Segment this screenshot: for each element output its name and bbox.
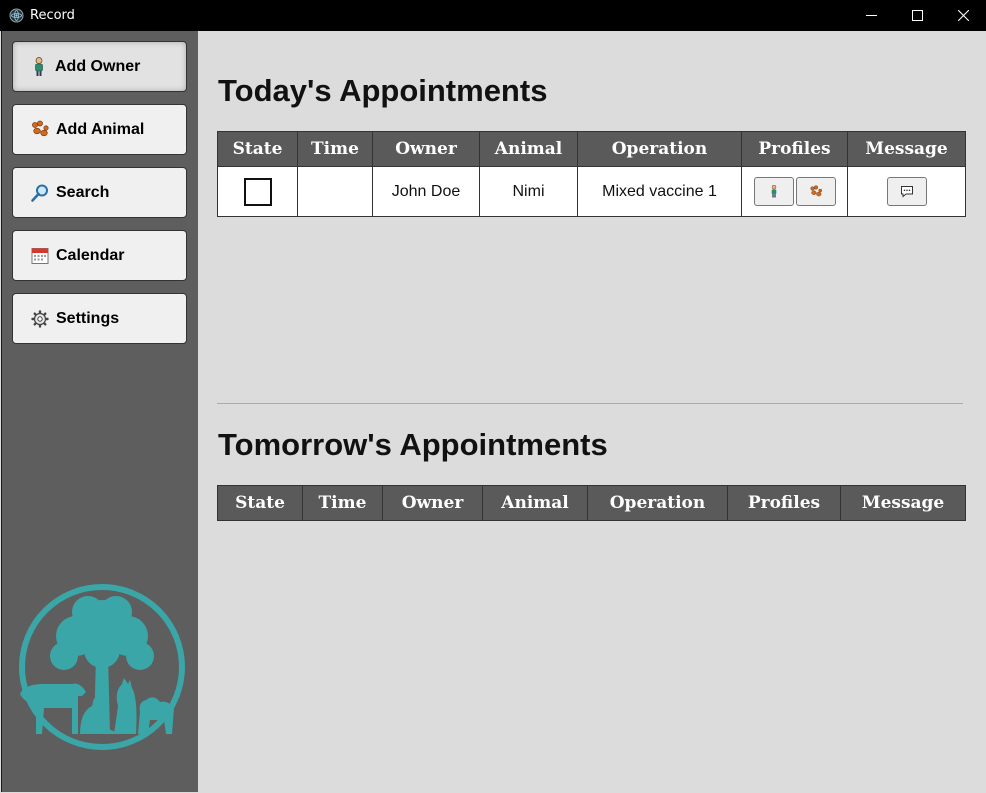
gear-icon — [30, 309, 50, 329]
person-icon — [29, 56, 49, 77]
time-cell — [297, 166, 373, 217]
column-header-operation: Operation — [587, 485, 728, 521]
calendar-icon — [30, 246, 50, 266]
today-title: Today's Appointments — [218, 73, 548, 108]
close-icon — [957, 10, 969, 21]
column-header-state: State — [217, 485, 303, 521]
magnifier-icon — [30, 183, 50, 203]
sidebar-item-add-animal[interactable]: Add Animal — [12, 104, 187, 155]
paw-icon — [809, 184, 822, 196]
column-header-owner: Owner — [372, 131, 480, 167]
state-checkbox[interactable] — [243, 177, 272, 206]
app-icon — [9, 8, 24, 23]
operation-cell: Mixed vaccine 1 — [577, 166, 742, 217]
owner-cell: John Doe — [372, 166, 480, 217]
column-header-time: Time — [297, 131, 373, 167]
sidebar-item-add-owner[interactable]: Add Owner — [12, 41, 187, 92]
sidebar-item-label: Add Owner — [55, 57, 141, 75]
column-header-message: Message — [847, 131, 966, 167]
profiles-cell — [741, 166, 848, 217]
column-header-owner: Owner — [382, 485, 483, 521]
message-button[interactable] — [886, 177, 927, 206]
column-header-animal: Animal — [482, 485, 588, 521]
column-header-profiles: Profiles — [727, 485, 841, 521]
clinic-logo — [19, 584, 185, 750]
person-icon — [771, 184, 776, 198]
sidebar-item-search[interactable]: Search — [12, 167, 187, 218]
column-header-operation: Operation — [577, 131, 742, 167]
table-row: John Doe Nimi Mixed vaccine 1 — [217, 166, 966, 217]
app-window: Record Add Owner Add Animal Search Calen… — [0, 0, 986, 793]
table-header-row: State Time Owner Animal Operation Profil… — [217, 485, 966, 521]
owner-profile-button[interactable] — [753, 177, 794, 206]
column-header-time: Time — [302, 485, 383, 521]
close-button[interactable] — [940, 0, 986, 31]
sidebar-item-label: Settings — [56, 309, 120, 327]
window-title: Record — [30, 8, 75, 23]
maximize-icon — [911, 10, 923, 21]
table-header-row: State Time Owner Animal Operation Profil… — [217, 131, 966, 167]
main-content: Today's Appointments State Time Owner An… — [197, 31, 985, 792]
sidebar-item-settings[interactable]: Settings — [12, 293, 187, 344]
tomorrow-appointments-table: State Time Owner Animal Operation Profil… — [217, 485, 966, 521]
tomorrow-title: Tomorrow's Appointments — [218, 427, 608, 462]
column-header-profiles: Profiles — [741, 131, 848, 167]
title-bar: Record — [0, 0, 986, 31]
animal-profile-button[interactable] — [795, 177, 836, 206]
today-appointments-table: State Time Owner Animal Operation Profil… — [217, 131, 966, 217]
section-divider — [217, 403, 963, 404]
sidebar-item-label: Add Animal — [56, 120, 145, 138]
sidebar-item-label: Search — [56, 183, 110, 201]
paw-icon — [30, 120, 50, 140]
minimize-button[interactable] — [848, 0, 894, 31]
sidebar-item-label: Calendar — [56, 246, 125, 264]
state-cell — [217, 166, 298, 217]
sidebar-item-calendar[interactable]: Calendar — [12, 230, 187, 281]
minimize-icon — [865, 15, 877, 16]
animal-cell: Nimi — [479, 166, 578, 217]
column-header-message: Message — [840, 485, 966, 521]
message-cell — [847, 166, 966, 217]
column-header-state: State — [217, 131, 298, 167]
column-header-animal: Animal — [479, 131, 578, 167]
chat-bubble-icon — [900, 186, 913, 198]
maximize-button[interactable] — [894, 0, 940, 31]
sidebar: Add Owner Add Animal Search Calendar Set… — [1, 31, 198, 792]
